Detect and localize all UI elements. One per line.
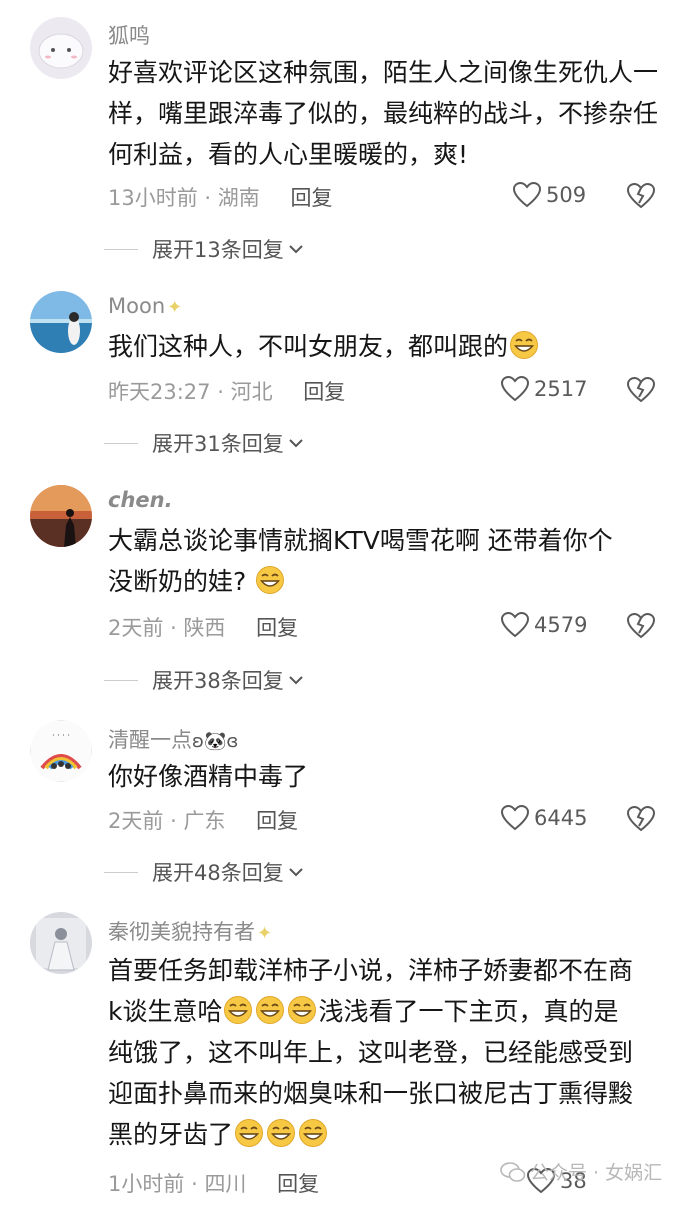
grinning-sweat-emoji-icon xyxy=(509,330,539,360)
comment-text: 首要任务卸载洋柿子小说，洋柿子娇妻都不在商 k谈生意哈 浅浅看了一下主页，真的是 … xyxy=(108,950,668,1155)
comment-text-content: 我们这种人，不叫女朋友，都叫跟的 xyxy=(108,332,509,361)
comment-meta: 13小时前 · 湖南 回复 xyxy=(108,182,332,212)
svg-text:· · · ·: · · · · xyxy=(52,731,70,740)
reply-button[interactable]: 回复 xyxy=(303,380,345,404)
timestamp: 1小时前 xyxy=(108,1172,185,1196)
comment-text-line: 大霸总谈论事情就搁KTV喝雪花啊 还带着你个 xyxy=(108,526,613,555)
comment-text: 好喜欢评论区这种氛围，陌生人之间像生死仇人一样，嘴里跟淬毒了似的，最纯粹的战斗，… xyxy=(108,58,659,169)
wechat-icon xyxy=(500,1161,526,1182)
like-count: 509 xyxy=(546,183,587,207)
separator: · xyxy=(217,380,224,404)
avatar[interactable] xyxy=(30,291,92,353)
like-count: 2517 xyxy=(534,377,588,401)
location: 陕西 xyxy=(183,616,226,640)
username-text: 清醒一点 xyxy=(108,728,192,752)
expand-replies-button[interactable]: 展开38条回复 xyxy=(104,665,304,695)
timestamp: 2天前 xyxy=(108,616,164,640)
like-button[interactable]: 2517 xyxy=(500,375,587,403)
chevron-down-icon xyxy=(288,866,304,878)
reply-button[interactable]: 回复 xyxy=(290,186,332,210)
location: 湖南 xyxy=(217,186,260,210)
username[interactable]: Moon ✦ xyxy=(108,294,182,318)
timestamp: 昨天23:27 xyxy=(108,380,211,404)
broken-heart-icon[interactable] xyxy=(626,181,656,211)
panda-emoji-icon: ʚ🐼ɞ xyxy=(192,731,239,752)
username-text: Moon xyxy=(108,294,166,318)
comment-text-line: 浅浅看了一下主页，真的是 xyxy=(318,997,619,1026)
heart-outline-icon xyxy=(500,804,530,832)
like-count: 4579 xyxy=(534,613,588,637)
avatar[interactable] xyxy=(30,912,92,974)
username[interactable]: 狐鸣 xyxy=(108,20,150,50)
comment-text-line: 纯饿了，这不叫年上，这叫老登，已经能感受到 xyxy=(108,1038,634,1067)
grinning-sweat-emoji-icon xyxy=(298,1118,328,1148)
expand-replies-label: 展开31条回复 xyxy=(152,432,284,456)
grinning-sweat-emoji-icon xyxy=(266,1118,296,1148)
reply-button[interactable]: 回复 xyxy=(256,616,298,640)
heart-outline-icon xyxy=(500,611,530,639)
comment-meta: 昨天23:27 · 河北 回复 xyxy=(108,376,345,406)
grinning-sweat-emoji-icon xyxy=(223,995,253,1025)
reply-button[interactable]: 回复 xyxy=(277,1172,319,1196)
comment-text-line: 没断奶的娃? xyxy=(108,567,247,596)
grinning-sweat-emoji-icon xyxy=(255,995,285,1025)
avatar[interactable] xyxy=(30,17,92,79)
broken-heart-icon[interactable] xyxy=(626,804,656,834)
expand-replies-label: 展开13条回复 xyxy=(152,238,284,262)
like-button[interactable]: 4579 xyxy=(500,611,587,639)
reply-button[interactable]: 回复 xyxy=(256,809,298,833)
divider-line xyxy=(104,871,138,873)
comment-text-line: 首要任务卸载洋柿子小说，洋柿子娇妻都不在商 xyxy=(108,956,634,985)
username[interactable]: 秦彻美貌持有者 ✦ xyxy=(108,916,272,946)
grinning-sweat-emoji-icon xyxy=(234,1118,264,1148)
chevron-down-icon xyxy=(288,674,304,686)
comment-text: 我们这种人，不叫女朋友，都叫跟的 xyxy=(108,326,668,367)
comment-text: 你好像酒精中毒了 xyxy=(108,762,309,791)
grinning-sweat-emoji-icon xyxy=(287,995,317,1025)
watermark: 公众号 · 女娲汇 xyxy=(500,1158,662,1185)
timestamp: 2天前 xyxy=(108,809,164,833)
timestamp: 13小时前 xyxy=(108,186,198,210)
comment-text-line: 迎面扑鼻而来的烟臭味和一张口被尼古丁熏得黢 xyxy=(108,1079,634,1108)
location: 河北 xyxy=(230,380,273,404)
location: 四川 xyxy=(204,1172,247,1196)
separator: · xyxy=(170,616,177,640)
expand-replies-button[interactable]: 展开13条回复 xyxy=(104,234,304,264)
divider-line xyxy=(104,442,138,444)
chevron-down-icon xyxy=(288,437,304,449)
comment-meta: 1小时前 · 四川 回复 xyxy=(108,1168,319,1198)
sparkle-icon: ✦ xyxy=(167,297,183,318)
avatar[interactable]: · · · · xyxy=(30,720,92,782)
expand-replies-label: 展开38条回复 xyxy=(152,669,284,693)
separator: · xyxy=(191,1172,198,1196)
username[interactable]: chen. xyxy=(108,488,173,512)
expand-replies-label: 展开48条回复 xyxy=(152,861,284,885)
username-text: 秦彻美貌持有者 xyxy=(108,920,255,944)
grinning-sweat-emoji-icon xyxy=(255,565,285,595)
sparkle-icon: ✦ xyxy=(257,923,273,944)
like-button[interactable]: 6445 xyxy=(500,804,587,832)
separator: · xyxy=(170,809,177,833)
comment-meta: 2天前 · 广东 回复 xyxy=(108,805,298,835)
comment-text: 大霸总谈论事情就搁KTV喝雪花啊 还带着你个 没断奶的娃? xyxy=(108,520,668,602)
like-button[interactable]: 509 xyxy=(512,181,586,209)
avatar[interactable] xyxy=(30,485,92,547)
watermark-text: 公众号 · 女娲汇 xyxy=(530,1162,663,1184)
location: 广东 xyxy=(183,809,226,833)
divider-line xyxy=(104,248,138,250)
separator: · xyxy=(204,186,212,210)
heart-outline-icon xyxy=(500,375,530,403)
broken-heart-icon[interactable] xyxy=(626,611,656,641)
comment-text-line: k谈生意哈 xyxy=(108,997,223,1026)
like-count: 6445 xyxy=(534,806,588,830)
comment-meta: 2天前 · 陕西 回复 xyxy=(108,612,298,642)
divider-line xyxy=(104,679,138,681)
expand-replies-button[interactable]: 展开48条回复 xyxy=(104,857,304,887)
broken-heart-icon[interactable] xyxy=(626,375,656,405)
comment-text-line: 黑的牙齿了 xyxy=(108,1120,234,1149)
expand-replies-button[interactable]: 展开31条回复 xyxy=(104,428,304,458)
chevron-down-icon xyxy=(288,243,304,255)
username[interactable]: 清醒一点ʚ🐼ɞ xyxy=(108,724,238,754)
heart-outline-icon xyxy=(512,181,542,209)
